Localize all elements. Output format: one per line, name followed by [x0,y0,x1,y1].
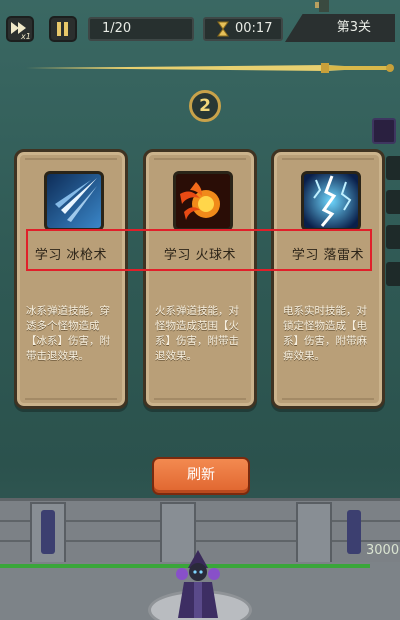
stage-label: 第3关 [285,14,395,42]
pause-icon [57,22,68,36]
game-screen: x1 1/20 00:17 第3关 2 学习 冰枪术 冰系弹道技能，穿透多个怪物… [0,0,400,620]
card-description: 电系实时技能，对锁定怪物造成【电系】伤害，附带麻痹效果。 [283,305,367,362]
fireball-icon [173,171,233,231]
timer-text: 00:17 [235,21,273,36]
refresh-button[interactable]: 刷新 [152,457,250,495]
wave-counter: 1/20 [88,17,194,41]
ice-spear-icon [44,171,104,231]
side-skill-slot[interactable] [372,118,396,144]
mage-character-icon [176,550,220,618]
wave-counter-text: 1/20 [102,21,132,36]
timer-panel: 00:17 [203,17,283,41]
hero-icon [315,0,329,12]
hourglass-icon [217,21,229,37]
card-description: 冰系弹道技能，穿透多个怪物造成【冰系】伤害，附带击退效果。 [26,305,110,362]
wall-banner [347,510,361,554]
skill-card-fireball[interactable]: 学习 火球术 火系弹道技能，对怪物造成范围【火系】伤害，附带击退效果。 [143,149,257,409]
fast-forward-icon: x1 [11,22,31,41]
skill-card-lightning[interactable]: 学习 落雷术 电系实时技能，对锁定怪物造成【电系】伤害，附带麻痹效果。 [271,149,385,409]
skill-card-ice-spear[interactable]: 学习 冰枪术 冰系弹道技能，穿透多个怪物造成【冰系】伤害，附带击退效果。 [14,149,128,409]
card-description: 火系弹道技能，对怪物造成范围【火系】伤害，附带击退效果。 [155,305,239,362]
side-tab[interactable] [386,190,400,214]
side-tab[interactable] [386,156,400,180]
side-tab[interactable] [386,262,400,286]
speed-label: x1 [20,32,31,40]
pause-button[interactable] [49,16,77,42]
side-tab[interactable] [386,225,400,249]
lightning-icon [301,171,361,231]
title-highlight-frame [26,229,372,271]
round-badge: 2 [189,90,221,122]
base-hp-value: 3000 [366,543,400,558]
wall-banner [41,510,55,554]
sword-progress-bar [26,63,394,73]
fast-forward-button[interactable]: x1 [6,16,34,42]
